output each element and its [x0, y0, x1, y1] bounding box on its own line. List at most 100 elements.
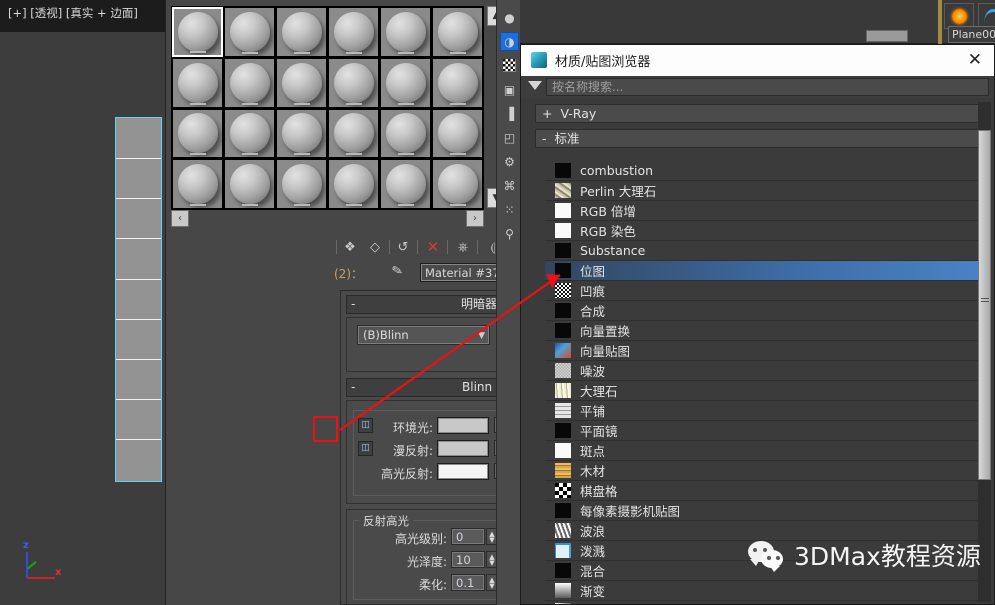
select-by-material-icon[interactable]: ⌘	[500, 176, 519, 195]
material-slot[interactable]	[432, 159, 483, 209]
material-slot[interactable]	[380, 108, 431, 159]
video-color-check-icon[interactable]: ▐	[500, 104, 519, 123]
list-item[interactable]: 斑点	[545, 441, 982, 461]
list-item[interactable]: 平铺	[545, 401, 982, 421]
material-slot[interactable]	[224, 57, 275, 108]
material-slot[interactable]	[172, 57, 223, 108]
list-item[interactable]: 泼溅	[545, 541, 982, 561]
material-id-channel-icon[interactable]: ⁙	[500, 200, 519, 219]
list-item[interactable]: 向量置换	[545, 321, 982, 341]
list-item[interactable]: 木材	[545, 461, 982, 481]
glossiness-input[interactable]: 10	[451, 551, 485, 568]
close-icon[interactable]: ✕	[968, 50, 982, 70]
shader-type-dropdown[interactable]: (B)Blinn ▼	[357, 325, 490, 345]
group-header-standard[interactable]: - 标准	[535, 129, 980, 148]
list-item[interactable]: RGB 染色	[545, 221, 982, 241]
material-slot[interactable]	[380, 159, 431, 209]
item-swatch-icon	[555, 343, 571, 358]
material-slot[interactable]	[172, 108, 223, 159]
ambient-color-swatch[interactable]	[437, 417, 489, 434]
show-in-viewport-icon[interactable]: ⚲	[500, 224, 519, 243]
material-slot-grid[interactable]	[171, 6, 484, 210]
list-item[interactable]: 渐变	[545, 581, 982, 601]
material-slot[interactable]	[328, 108, 379, 159]
backlight-icon[interactable]: ◑	[500, 32, 519, 51]
material-slot[interactable]	[432, 57, 483, 108]
material-slot[interactable]	[328, 57, 379, 108]
filter-chevron-icon[interactable]	[528, 81, 542, 90]
list-item[interactable]: 波浪	[545, 521, 982, 541]
specular-level-input[interactable]: 0	[451, 528, 485, 545]
toolbar-gray-tab[interactable]	[866, 30, 908, 42]
material-slot[interactable]	[276, 159, 327, 209]
list-item[interactable]: RGB 倍增	[545, 201, 982, 221]
material-slot[interactable]	[328, 159, 379, 209]
rollout-toggle-shader-basic[interactable]: -	[351, 296, 355, 313]
material-preview-sphere	[281, 113, 322, 154]
sample-uv-tiling-icon[interactable]: ▣	[500, 80, 519, 99]
list-item[interactable]: 大理石	[545, 381, 982, 401]
browser-title-bar[interactable]: 材质/贴图浏览器 ✕	[521, 45, 994, 76]
material-slot[interactable]	[172, 7, 223, 57]
viewport-plane-object[interactable]	[115, 117, 162, 482]
material-map-list[interactable]: combustion Perlin 大理石 RGB 倍增 RGB 染色 Substanc…	[545, 161, 982, 604]
put-to-library-icon[interactable]: ⎈	[452, 236, 474, 258]
material-slot[interactable]	[328, 7, 379, 57]
background-checker-icon[interactable]	[500, 56, 519, 75]
list-item-label: 平面镜	[580, 424, 618, 439]
reset-map-icon[interactable]: ↺	[392, 236, 414, 258]
eyedropper-icon[interactable]: ✎	[391, 263, 405, 280]
slot-prev-button[interactable]: ‹	[171, 210, 189, 227]
list-item[interactable]: Perlin 大理石	[545, 181, 982, 201]
material-slot[interactable]	[432, 108, 483, 159]
group-toggle-vray[interactable]: +	[542, 106, 552, 121]
group-toggle-standard[interactable]: -	[542, 131, 547, 146]
material-slot[interactable]	[380, 7, 431, 57]
item-swatch-icon	[555, 423, 571, 438]
material-slot[interactable]	[276, 108, 327, 159]
list-item[interactable]: 平面镜	[545, 421, 982, 441]
list-item[interactable]: 向量贴图	[545, 341, 982, 361]
soften-input[interactable]: 0.1	[451, 574, 485, 591]
group-header-vray[interactable]: + V-Ray	[535, 104, 980, 123]
list-item[interactable]: 混合	[545, 561, 982, 581]
material-slot[interactable]	[380, 57, 431, 108]
toolbar-divider	[938, 0, 942, 44]
list-item[interactable]: Substance	[545, 241, 982, 261]
sample-type-sphere-icon[interactable]: ●	[500, 8, 519, 27]
slot-next-button[interactable]: ›	[466, 210, 484, 227]
list-item-label: 大理石	[580, 384, 618, 399]
diffuse-specular-lock-lower-icon[interactable]: ◫	[358, 441, 373, 456]
browser-search-row: 按名称搜索...	[521, 76, 994, 98]
material-slot[interactable]	[432, 7, 483, 57]
list-item[interactable]: 棋盘格	[545, 481, 982, 501]
search-input[interactable]: 按名称搜索...	[546, 78, 989, 96]
ambient-diffuse-lock-upper-icon[interactable]: ◫	[358, 418, 373, 433]
specular-color-swatch[interactable]	[437, 463, 489, 480]
object-name-field[interactable]: Plane00	[948, 26, 995, 43]
list-item[interactable]: 位图	[545, 261, 982, 281]
list-item[interactable]: 合成	[545, 301, 982, 321]
assign-material-to-selection-icon[interactable]: ◇	[364, 236, 386, 258]
material-slot[interactable]	[276, 7, 327, 57]
list-item-label: 平铺	[580, 404, 606, 419]
delete-material-icon[interactable]: ✕	[422, 236, 444, 258]
material-preview-sphere	[385, 164, 426, 205]
diffuse-color-swatch[interactable]	[437, 440, 489, 457]
list-item[interactable]: 每像素摄影机贴图	[545, 501, 982, 521]
list-item[interactable]: 噪波	[545, 361, 982, 381]
get-material-icon[interactable]: ❖	[339, 236, 361, 258]
list-item[interactable]: combustion	[545, 161, 982, 181]
material-slot[interactable]	[224, 108, 275, 159]
list-item[interactable]: 凹痕	[545, 281, 982, 301]
material-slot[interactable]	[172, 159, 223, 209]
list-item[interactable]: 渐变坡度	[545, 601, 982, 604]
material-slot[interactable]	[224, 7, 275, 57]
material-slot[interactable]	[224, 159, 275, 209]
browser-scrollbar-thumb[interactable]	[978, 130, 991, 480]
viewport[interactable]: [+] [透视] [真实 + 边面] z x	[0, 0, 165, 605]
options-icon[interactable]: ⚙	[500, 152, 519, 171]
make-preview-icon[interactable]: ◰	[500, 128, 519, 147]
rollout-toggle-blinn-basic[interactable]: -	[351, 379, 355, 396]
material-slot[interactable]	[276, 57, 327, 108]
